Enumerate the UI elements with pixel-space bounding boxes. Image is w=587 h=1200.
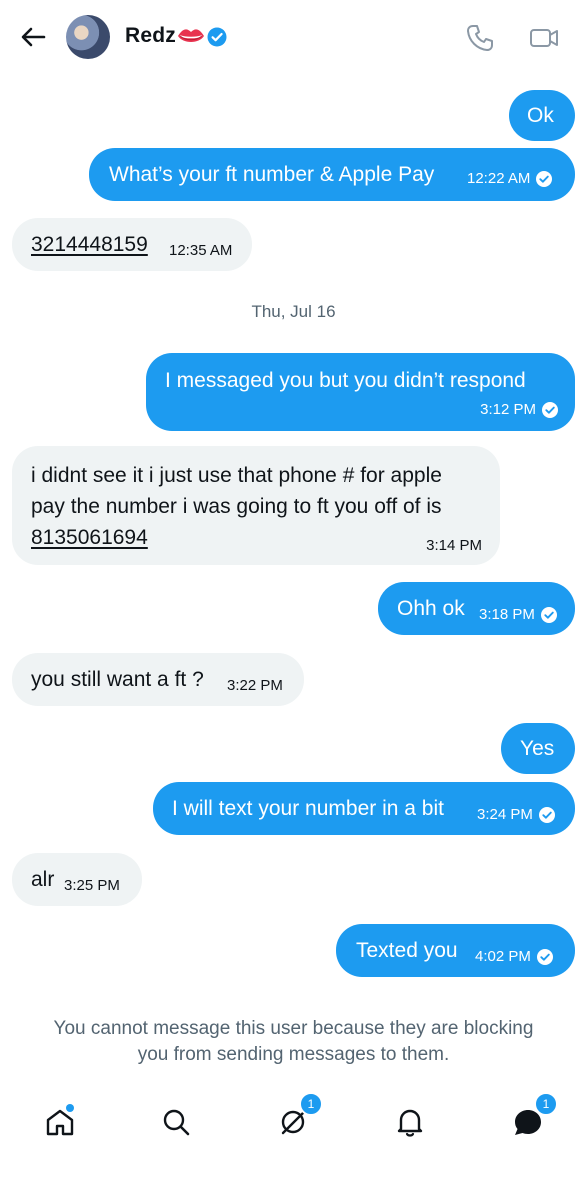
message-text-line: pay the number i was going to ft you off… [31,495,442,518]
nav-grok[interactable]: 1 [275,1092,323,1140]
conversation-header: Redz [0,0,587,76]
message-meta: 3:24 PM [477,806,555,823]
message-bubble-outgoing[interactable]: Ohh ok 3:18 PM [378,582,575,635]
bell-icon [397,1109,423,1137]
nav-messages[interactable]: 1 [510,1092,558,1140]
search-icon [163,1109,190,1136]
grok-badge: 1 [299,1092,323,1116]
message-bubble-incoming[interactable]: i didnt see it i just use that phone # f… [12,446,500,565]
nav-search[interactable] [158,1104,194,1140]
read-receipt-icon [542,401,558,418]
message-time: 3:14 PM [426,537,482,554]
message-text: I will text your number in a bit [172,797,444,820]
message-text: Texted you [356,939,458,962]
message-text: you still want a ft ? [31,668,204,691]
message-text: Yes [520,737,555,760]
message-text: alr [31,868,55,891]
message-bubble-outgoing[interactable]: I will text your number in a bit 3:24 PM [153,782,575,835]
read-receipt-icon [540,606,557,623]
phone-number-link[interactable]: 8135061694 [31,522,148,553]
read-receipt-icon [538,806,555,823]
phone-number-link[interactable]: 3214448159 [31,233,148,256]
nav-notifications[interactable] [392,1104,428,1140]
read-receipt-icon [536,948,553,965]
message-text: I messaged you but you didn’t respond [165,369,526,392]
message-time: 3:12 PM [480,401,536,418]
bottom-navigation: 1 1 [0,1092,587,1156]
messages-badge: 1 [534,1092,558,1116]
contact-name[interactable]: Redz [125,24,176,48]
message-text-line: i didnt see it i just use that phone # f… [31,464,442,487]
message-time: 3:22 PM [227,677,283,694]
message-bubble-outgoing[interactable]: Ok [509,90,575,141]
message-time: 3:24 PM [477,806,533,823]
blocked-notice-line: you from sending messages to them. [137,1044,450,1065]
home-unread-dot [66,1104,74,1112]
phone-icon[interactable] [464,22,496,54]
message-bubble-outgoing[interactable]: I messaged you but you didn’t respond 3:… [146,353,575,431]
message-bubble-incoming[interactable]: you still want a ft ? 3:22 PM [12,653,304,706]
read-receipt-icon [536,170,553,187]
message-time: 12:22 AM [467,170,531,187]
message-bubble-outgoing[interactable]: Yes [501,723,575,774]
message-time: 3:25 PM [64,877,120,894]
message-meta: 3:18 PM [479,606,557,623]
message-time: 12:35 AM [169,242,233,259]
message-bubble-incoming[interactable]: alr 3:25 PM [12,853,142,906]
message-bubble-incoming[interactable]: 3214448159 12:35 AM [12,218,252,271]
message-meta: 4:02 PM [475,948,553,965]
message-meta: 12:22 AM [467,170,553,187]
video-camera-icon[interactable] [528,22,560,54]
message-bubble-outgoing[interactable]: Texted you 4:02 PM [336,924,575,977]
avatar[interactable] [66,15,110,59]
date-separator: Thu, Jul 16 [251,302,336,321]
blocked-notice: You cannot message this user because the… [20,1016,567,1068]
message-text: Ok [527,104,554,127]
blocked-notice-line: You cannot message this user because the… [53,1018,534,1039]
message-time: 4:02 PM [475,948,531,965]
message-text: Ohh ok [397,597,465,620]
nav-home[interactable] [42,1104,78,1140]
message-bubble-outgoing[interactable]: What’s your ft number & Apple Pay 12:22 … [89,148,575,201]
message-meta: 3:12 PM [480,401,558,418]
arrow-left-icon[interactable] [18,22,48,52]
message-time: 3:18 PM [479,606,535,623]
lips-emoji-icon [178,29,204,42]
message-text: What’s your ft number & Apple Pay [109,163,435,186]
verified-badge-icon [207,27,227,47]
